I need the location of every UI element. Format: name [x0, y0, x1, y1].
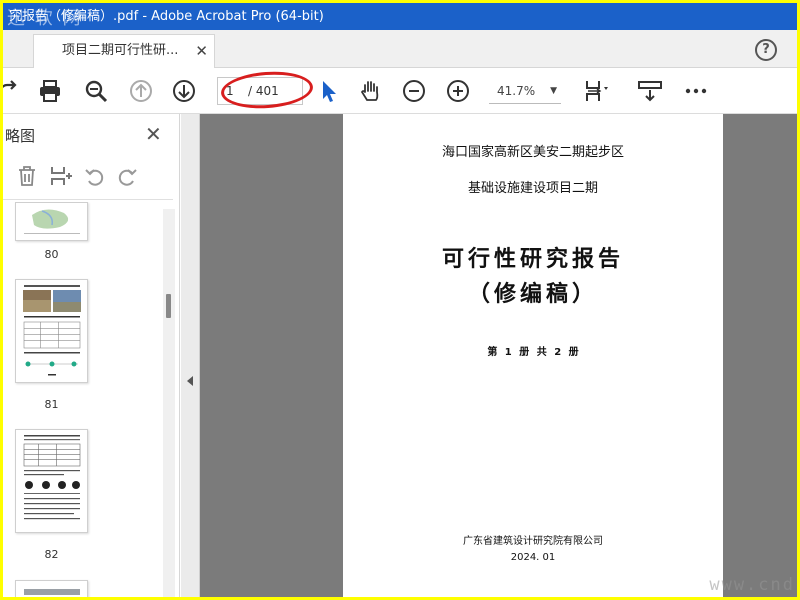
page-down-icon[interactable]: [171, 78, 197, 104]
site-watermark: 迅 软 网: [7, 8, 83, 29]
thumbnail-list: 80 81 82: [3, 202, 175, 597]
doc-date: 2024. 01: [510, 552, 556, 563]
chevron-down-icon: ▼: [550, 86, 557, 96]
pdf-page: 海口国家高新区美安二期起步区 基础设施建设项目二期 可行性研究报告 （修编稿） …: [343, 114, 723, 597]
doc-company: 广东省建筑设计研究院有限公司: [463, 536, 603, 547]
title-bar: 究报告（修编稿）.pdf - Adobe Acrobat Pro (64-bit…: [3, 3, 797, 30]
tab-label: 项目二期可行性研...: [62, 43, 179, 58]
select-cursor-icon[interactable]: [317, 78, 343, 104]
thumbnail-number: 82: [44, 548, 59, 561]
share-icon[interactable]: [3, 78, 23, 104]
delete-icon[interactable]: [15, 164, 39, 188]
page-up-icon[interactable]: [128, 78, 154, 104]
document-tab[interactable]: 项目二期可行性研... ✕: [33, 34, 215, 68]
sidebar-close-icon[interactable]: ✕: [145, 122, 162, 146]
thumbnail-page-80[interactable]: [15, 202, 88, 241]
sidebar-title: 略图: [5, 127, 36, 145]
tab-close-icon[interactable]: ✕: [195, 35, 208, 67]
doc-volume: 第 1 册 共 2 册: [487, 347, 579, 358]
thumbnail-number: 81: [44, 398, 59, 411]
thumbnail-number: 80: [44, 248, 59, 261]
doc-project-line: 基础设施建设项目二期: [467, 181, 598, 196]
more-icon[interactable]: [683, 78, 709, 104]
zoom-out-icon[interactable]: [401, 78, 427, 104]
hand-icon[interactable]: [358, 78, 384, 104]
sidebar-toolbar: [3, 154, 173, 200]
acrobat-window: 究报告（修编稿）.pdf - Adobe Acrobat Pro (64-bit…: [3, 3, 797, 597]
doc-title-edition: （修编稿）: [467, 281, 598, 307]
thumbnail-page-81[interactable]: [15, 279, 88, 383]
zoom-in-icon[interactable]: [445, 78, 471, 104]
thumbnail-scrollbar[interactable]: [163, 209, 175, 597]
tab-bar: 项目二期可行性研... ✕ ?: [3, 30, 797, 68]
insert-page-icon[interactable]: [49, 164, 73, 188]
rotate-right-icon[interactable]: [115, 164, 139, 188]
doc-subject-line: 海口国家高新区美安二期起步区: [441, 145, 624, 160]
rotate-left-icon[interactable]: [83, 164, 107, 188]
zoom-value: 41.7%: [497, 84, 536, 98]
thumbnail-scroll-handle[interactable]: [166, 294, 171, 318]
collapse-left-icon[interactable]: [187, 376, 193, 386]
doc-title: 可行性研究报告: [441, 246, 624, 272]
main-toolbar: 1 / 401 41.7% ▼: [3, 68, 797, 114]
scroll-mode-icon[interactable]: [637, 78, 663, 104]
print-icon[interactable]: [37, 78, 63, 104]
zoom-search-icon[interactable]: [83, 78, 109, 104]
corner-watermark: www.cnd: [709, 575, 795, 595]
sidebar-collapse-strip[interactable]: [181, 114, 200, 597]
thumbnail-page-82[interactable]: [15, 429, 88, 533]
fit-page-icon[interactable]: [583, 78, 609, 104]
zoom-level-select[interactable]: 41.7% ▼: [489, 78, 561, 104]
help-icon[interactable]: ?: [755, 39, 777, 61]
thumbnail-page-83[interactable]: [15, 580, 88, 597]
thumbnail-sidebar: 略图 ✕ 80 81 82: [3, 114, 180, 597]
